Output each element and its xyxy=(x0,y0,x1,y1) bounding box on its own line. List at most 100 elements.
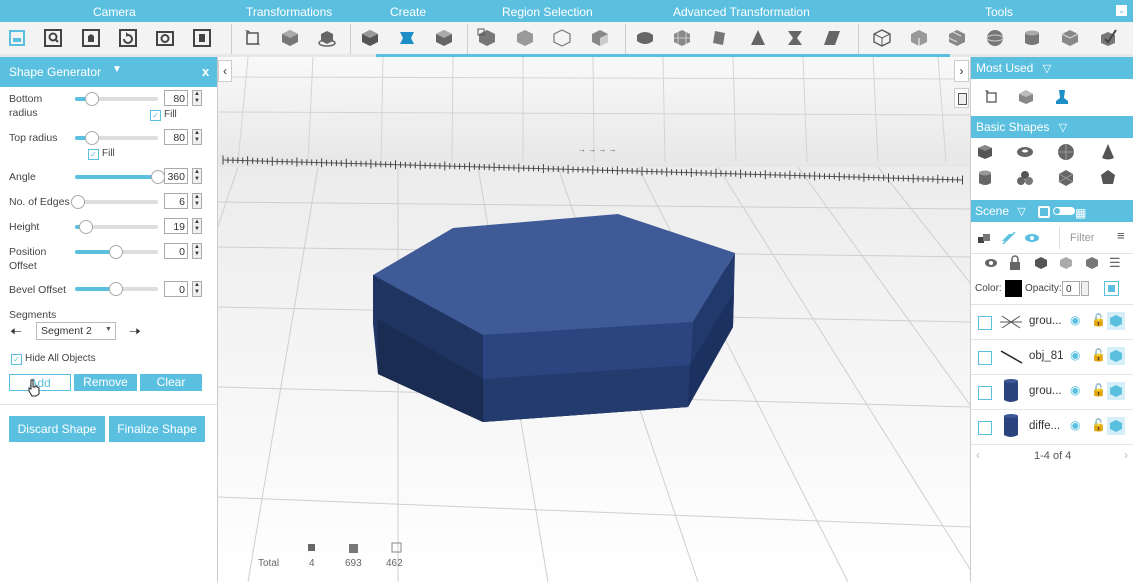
collapse-left-panel-icon[interactable]: ‹ xyxy=(218,60,232,82)
cylinder-tool-icon[interactable] xyxy=(1021,27,1043,49)
top-radius-input[interactable]: 80 xyxy=(164,129,188,145)
hexagonal-prism[interactable] xyxy=(373,214,735,422)
top-radius-slider[interactable] xyxy=(75,131,158,145)
region-select-faces-icon[interactable] xyxy=(589,27,611,49)
material-column-icon[interactable] xyxy=(1083,254,1101,272)
polyhedron-shape-icon[interactable] xyxy=(1099,169,1117,187)
eye-icon[interactable] xyxy=(1023,229,1041,247)
scene-header[interactable]: Scene ▽ ▦ xyxy=(971,200,1133,222)
region-select-wire-icon[interactable] xyxy=(551,27,573,49)
geosphere-shape-icon[interactable] xyxy=(1057,169,1075,187)
scene-view-icon[interactable] xyxy=(1038,206,1050,218)
bottom-radius-slider[interactable] xyxy=(75,92,158,106)
lock-icon[interactable]: 🔓 xyxy=(1091,348,1106,362)
remove-button[interactable]: Remove xyxy=(74,374,137,391)
height-input[interactable]: 19 xyxy=(164,218,188,234)
snapshot-icon[interactable] xyxy=(154,27,176,49)
bevel-offset-stepper[interactable]: ▲ ▼ xyxy=(192,281,202,297)
shape-generator-icon[interactable] xyxy=(1053,88,1071,106)
merge-tool-icon[interactable] xyxy=(1059,27,1081,49)
color-swatch[interactable] xyxy=(1005,280,1022,297)
position-offset-input[interactable]: 0 xyxy=(164,243,188,259)
material-icon[interactable] xyxy=(1107,347,1125,365)
torus-shape-icon[interactable] xyxy=(1016,143,1034,161)
lock-column-icon[interactable] xyxy=(1006,254,1024,272)
row-checkbox[interactable] xyxy=(978,316,992,330)
height-stepper[interactable]: ▲ ▼ xyxy=(192,218,202,234)
eye-icon[interactable]: ◉ xyxy=(1070,418,1080,432)
eye-icon[interactable]: ◉ xyxy=(1070,313,1080,327)
angle-stepper[interactable]: ▲ ▼ xyxy=(192,168,202,184)
top-fill-checkbox[interactable]: ✓ xyxy=(88,149,99,160)
solid-cube-icon[interactable] xyxy=(908,27,930,49)
material-icon[interactable] xyxy=(1107,312,1125,330)
height-slider[interactable] xyxy=(75,220,158,234)
finalize-shape-button[interactable]: Finalize Shape xyxy=(109,416,205,442)
pan-view-icon[interactable] xyxy=(80,27,102,49)
scene-filter-input[interactable]: Filter xyxy=(1059,227,1115,249)
angle-input[interactable]: 360 xyxy=(164,168,188,184)
solid-column-icon[interactable] xyxy=(1032,254,1050,272)
menu-advanced-transformation[interactable]: Advanced Transformation xyxy=(673,5,810,19)
angle-slider[interactable] xyxy=(75,170,165,184)
show-objects-icon[interactable] xyxy=(976,229,994,247)
collapse-menu-icon[interactable]: ⌄ xyxy=(1116,5,1127,16)
filter-funnel-icon[interactable]: ▽ xyxy=(1017,206,1025,218)
menu-camera[interactable]: Camera xyxy=(93,5,136,19)
panel-title[interactable]: Shape Generator xyxy=(9,65,101,79)
viewport-toggle-icon[interactable] xyxy=(954,88,969,108)
opacity-input[interactable]: 0 xyxy=(1062,281,1080,296)
discard-shape-button[interactable]: Discard Shape xyxy=(9,416,105,442)
reset-view-icon[interactable] xyxy=(191,27,213,49)
apply-opacity-toggle[interactable] xyxy=(1104,281,1119,296)
rotate-view-icon[interactable] xyxy=(117,27,139,49)
next-segment-icon[interactable]: 🠢 xyxy=(129,321,141,345)
move-object-icon[interactable] xyxy=(1017,88,1035,106)
row-checkbox[interactable] xyxy=(978,351,992,365)
prev-page-icon[interactable]: ‹ xyxy=(976,448,980,462)
sort-icon[interactable]: ≡ xyxy=(1117,228,1125,243)
filter-funnel-icon[interactable]: ▽ xyxy=(1059,122,1067,134)
grid-view-icon[interactable]: ▦ xyxy=(1075,202,1086,224)
position-offset-stepper[interactable]: ▲ ▼ xyxy=(192,243,202,259)
cube-shape-icon[interactable] xyxy=(976,143,994,161)
edges-stepper[interactable]: ▲ ▼ xyxy=(192,193,202,209)
shear-icon[interactable] xyxy=(821,27,843,49)
scene-object-row[interactable]: obj_81 ◉ 🔓 xyxy=(971,340,1133,375)
eye-icon[interactable]: ◉ xyxy=(1070,383,1080,397)
position-offset-slider[interactable] xyxy=(75,245,158,259)
wire-column-icon[interactable] xyxy=(1057,254,1075,272)
pinch-icon[interactable] xyxy=(784,27,806,49)
bottom-fill-checkbox[interactable]: ✓ xyxy=(150,110,161,121)
bottom-radius-input[interactable]: 80 xyxy=(164,90,188,106)
close-icon[interactable]: x xyxy=(202,64,209,79)
menu-transformations[interactable]: Transformations xyxy=(246,5,332,19)
scene-object-row[interactable]: grou... ◉ 🔓 xyxy=(971,375,1133,410)
most-used-header[interactable]: Most Used ▽ xyxy=(971,57,1133,79)
menu-region-selection[interactable]: Region Selection xyxy=(502,5,593,19)
select-object-icon[interactable] xyxy=(983,88,1001,106)
opacity-stepper[interactable] xyxy=(1081,281,1089,296)
material-icon[interactable] xyxy=(1107,382,1125,400)
check-tool-icon[interactable] xyxy=(1097,27,1119,49)
edges-input[interactable]: 6 xyxy=(164,193,188,209)
shape-generator-icon[interactable] xyxy=(396,27,418,49)
create-cube-icon[interactable] xyxy=(359,27,381,49)
eye-icon[interactable]: ◉ xyxy=(1070,348,1080,362)
top-radius-stepper[interactable]: ▲ ▼ xyxy=(192,129,202,145)
menu-tools[interactable]: Tools xyxy=(985,5,1013,19)
collapse-right-panel-icon[interactable]: › xyxy=(954,60,969,82)
menu-create[interactable]: Create xyxy=(390,5,426,19)
bevel-offset-slider[interactable] xyxy=(75,282,158,296)
hide-all-objects-checkbox[interactable]: ✓ xyxy=(11,354,22,365)
bevel-offset-input[interactable]: 0 xyxy=(164,281,188,297)
row-checkbox[interactable] xyxy=(978,421,992,435)
lock-icon[interactable]: 🔓 xyxy=(1091,383,1106,397)
scene-canvas[interactable]: → → → → xyxy=(218,57,970,582)
sphere-tool-icon[interactable] xyxy=(984,27,1006,49)
taper-icon[interactable] xyxy=(747,27,769,49)
move-object-icon[interactable] xyxy=(279,27,301,49)
settings-sliders-icon[interactable]: ☰ xyxy=(1109,255,1121,271)
lock-icon[interactable]: 🔓 xyxy=(1091,418,1106,432)
spheres-cluster-icon[interactable] xyxy=(1016,169,1034,187)
